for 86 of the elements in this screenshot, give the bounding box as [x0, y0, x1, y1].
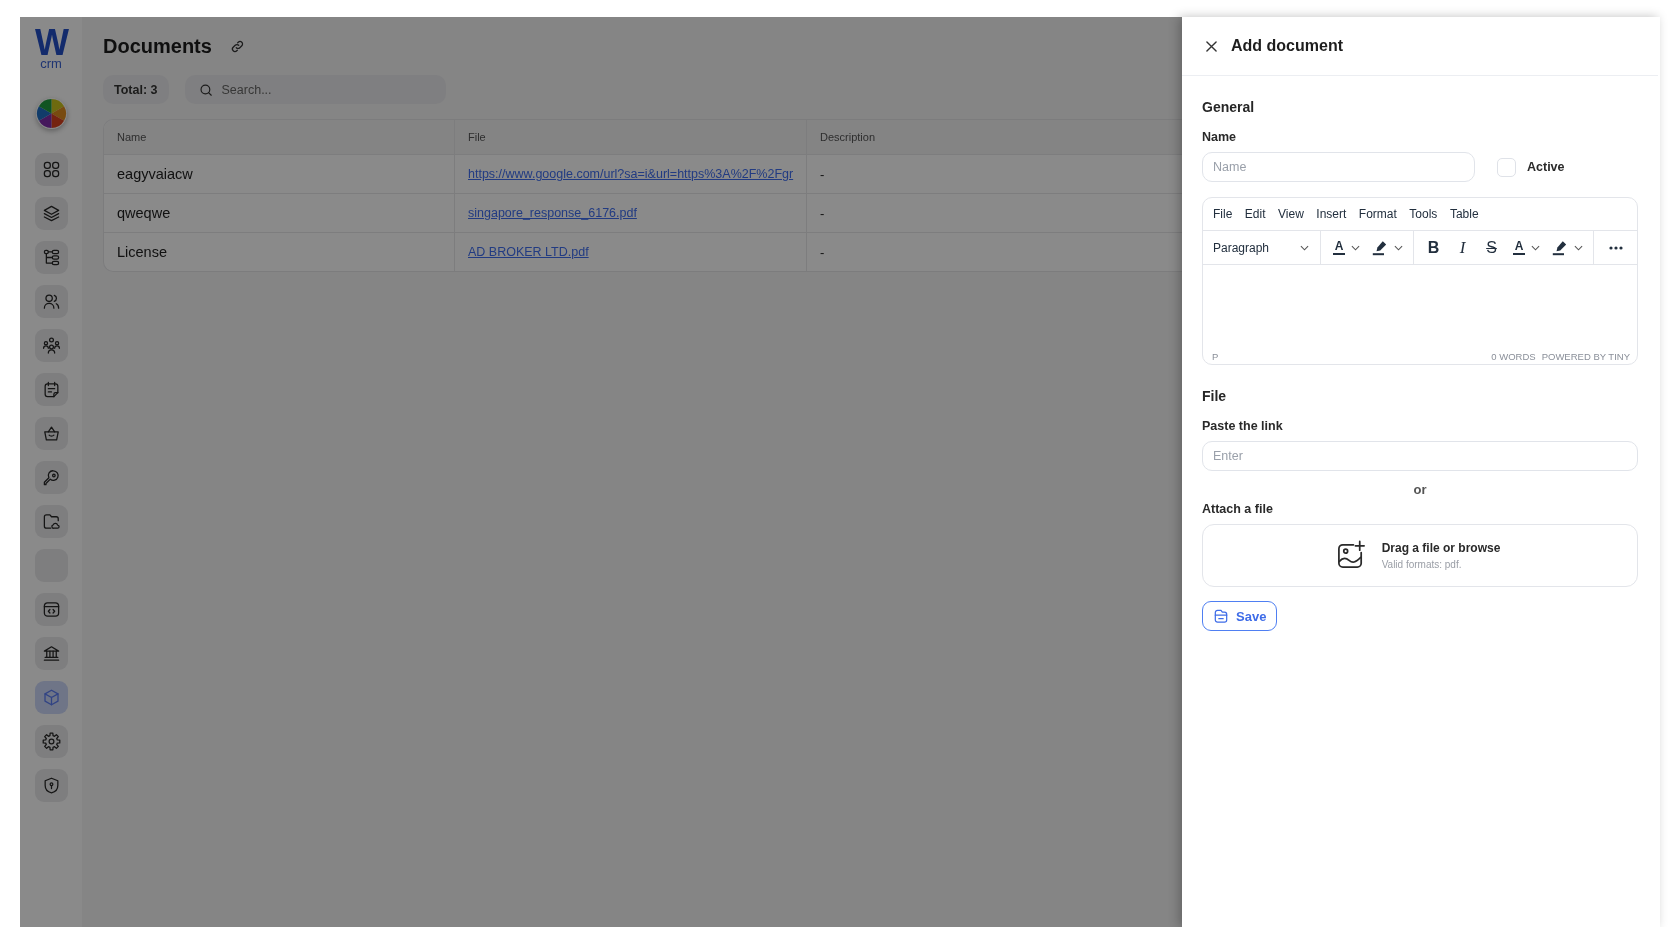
editor-menu-item[interactable]: Tools: [1409, 207, 1438, 221]
logo-text: crm: [40, 57, 62, 70]
link-input[interactable]: Enter: [1202, 441, 1638, 471]
block-format-select[interactable]: Paragraph: [1203, 231, 1320, 264]
sidebar-item[interactable]: [34, 637, 68, 670]
chevron-down-icon: [1531, 244, 1541, 251]
bank-icon: [41, 644, 61, 663]
checkbox-label[interactable]: Active: [1527, 160, 1565, 174]
cube-icon: [41, 688, 61, 707]
chevron-down-icon: [1574, 244, 1583, 251]
table-cell: License: [104, 233, 455, 271]
field-label: Attach a file: [1202, 501, 1273, 517]
close-button[interactable]: [1204, 39, 1218, 53]
sidebar-item[interactable]: [34, 593, 68, 626]
field-label: Name: [1202, 129, 1237, 145]
word-count[interactable]: 0 WORDS: [1491, 351, 1536, 363]
search-icon: [198, 82, 213, 97]
key-icon: [41, 468, 61, 487]
branding-link[interactable]: POWERED BY TINY: [1541, 351, 1630, 363]
file-dropzone[interactable]: Drag a file or browse Valid formats: pdf.: [1202, 524, 1638, 587]
layers-icon: [41, 204, 61, 223]
dropzone-hint: Valid formats: pdf.: [1381, 558, 1463, 571]
text-color-button[interactable]: A: [1326, 234, 1367, 261]
highlighter-icon: [1552, 239, 1568, 256]
more-icon: [1609, 245, 1623, 250]
page-title: Documents: [103, 34, 212, 58]
table-cell-text: -: [819, 165, 826, 184]
sidebar-item[interactable]: [34, 241, 68, 274]
hierarchy-icon: [41, 248, 61, 267]
logo-mark: W: [35, 29, 67, 57]
dropzone-title: Drag a file or browse: [1381, 540, 1501, 556]
sidebar-item[interactable]: [34, 197, 68, 230]
active-checkbox[interactable]: [1497, 157, 1516, 177]
text-color-button[interactable]: A: [1506, 234, 1547, 261]
chevron-down-icon: [1300, 244, 1309, 251]
editor-menu-item[interactable]: Format: [1358, 207, 1397, 221]
save-button[interactable]: Save: [1202, 601, 1278, 631]
chevron-down-icon: [1351, 244, 1361, 251]
grid-icon: [41, 160, 61, 179]
section-heading: General: [1202, 98, 1255, 116]
editor-menu-item[interactable]: Table: [1449, 207, 1479, 221]
name-input[interactable]: Name: [1202, 152, 1475, 182]
strikethrough-button[interactable]: S: [1477, 234, 1506, 261]
highlighter-icon: [1372, 239, 1388, 256]
sidebar-item[interactable]: [34, 681, 68, 714]
table-cell-text: -: [819, 243, 826, 262]
users-icon: [41, 292, 61, 311]
close-icon: [1205, 40, 1217, 52]
sidebar-item[interactable]: [34, 725, 68, 758]
chevron-down-icon: [1394, 244, 1403, 251]
table-cell: qweqwe: [104, 194, 455, 232]
sidebar-item[interactable]: [34, 153, 68, 186]
editor-menu-item[interactable]: View: [1278, 207, 1304, 221]
total-count-badge: Total: 3: [103, 75, 169, 104]
column-header: Description: [819, 130, 877, 145]
editor-menu-item[interactable]: File: [1213, 207, 1233, 221]
section-heading: File: [1202, 387, 1227, 405]
table-cell: eagyvaiacw: [104, 155, 455, 193]
bold-button[interactable]: B: [1419, 234, 1448, 261]
sidebar-item[interactable]: [34, 461, 68, 494]
field-label: Paste the link: [1202, 418, 1283, 434]
sidebar-item[interactable]: [34, 373, 68, 406]
search-field[interactable]: Search...: [184, 75, 446, 104]
editor-menu-item[interactable]: Edit: [1244, 207, 1266, 221]
or-separator: or: [1413, 482, 1427, 498]
folder-cloud-icon: [41, 512, 61, 531]
column-header: Name: [104, 120, 455, 154]
table-cell-text: -: [819, 204, 826, 223]
sidebar-item[interactable]: [34, 329, 68, 362]
sidebar-item[interactable]: [34, 505, 68, 538]
image-add-icon: [1335, 540, 1367, 571]
sidebar-item[interactable]: [34, 285, 68, 318]
italic-button[interactable]: I: [1448, 234, 1477, 261]
column-header: File: [455, 120, 807, 154]
sidebar-item[interactable]: [34, 417, 68, 450]
link-icon[interactable]: [229, 38, 245, 54]
code-window-icon: [41, 600, 61, 619]
basket-icon: [41, 424, 61, 443]
editor-menu-item[interactable]: Insert: [1316, 207, 1347, 221]
sidebar-item[interactable]: [34, 769, 68, 802]
people-group-icon: [41, 336, 61, 355]
panel-title: Add document: [1231, 37, 1343, 55]
element-path[interactable]: P: [1212, 351, 1219, 363]
save-icon: [1214, 609, 1228, 623]
settings-icon: [41, 732, 61, 751]
color-wheel-icon[interactable]: [35, 98, 67, 129]
